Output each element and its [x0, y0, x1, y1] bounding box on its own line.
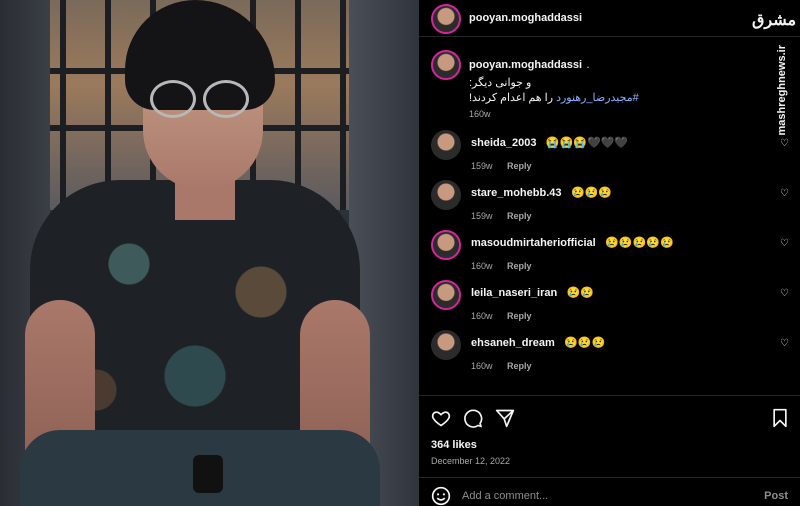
comment-text: 😢😢 [566, 287, 595, 299]
caption-avatar[interactable] [431, 50, 461, 80]
action-bar [419, 395, 800, 435]
comment-time: 159w [471, 161, 493, 171]
comment-time: 160w [471, 361, 493, 371]
emoji-icon[interactable] [431, 486, 451, 506]
glasses [150, 80, 196, 118]
reply-button[interactable]: Reply [507, 261, 532, 271]
window-bar [295, 0, 301, 210]
comment-input[interactable]: Add a comment... [462, 490, 548, 502]
comment-item: ehsaneh_dream 😢😢😢 160w Reply ♡ [429, 330, 794, 380]
post-button[interactable]: Post [764, 490, 788, 502]
window-bar [60, 0, 66, 210]
commenter-avatar[interactable] [431, 330, 461, 360]
comment-text: 😢😢😢 [564, 337, 606, 349]
reply-button[interactable]: Reply [507, 161, 532, 171]
comment-username[interactable]: leila_naseri_iran [471, 287, 557, 299]
comment-icon[interactable] [463, 408, 483, 428]
comments-panel: pooyan.moghaddassi مشرق mashreghnews.ir … [419, 0, 800, 506]
comment-time: 159w [471, 211, 493, 221]
comment-text: 😭😭😭🖤🖤🖤 [545, 137, 629, 149]
reply-button[interactable]: Reply [507, 211, 532, 221]
window-bar [340, 0, 346, 210]
comment-username[interactable]: ehsaneh_dream [471, 337, 555, 349]
comment-text: 😢😢😢 [570, 187, 613, 199]
reply-button[interactable]: Reply [507, 361, 532, 371]
caption-hashtag[interactable]: #مجیدرضا_رهنورد [556, 92, 639, 104]
heart-icon[interactable]: ♡ [780, 188, 789, 199]
caption-time: 160w [469, 109, 491, 119]
watermark: مشرق mashreghnews.ir [752, 10, 797, 135]
comment-username[interactable]: stare_mohebb.43 [471, 187, 561, 199]
comment-item: leila_naseri_iran 😢😢 160w Reply ♡ [429, 280, 794, 330]
commenter-avatar[interactable] [431, 280, 461, 310]
post-image[interactable] [0, 0, 419, 506]
comment-meta: 160w Reply [471, 261, 674, 271]
post-header: pooyan.moghaddassi [419, 0, 800, 37]
likes-count[interactable]: 364 likes [431, 439, 477, 451]
caption: pooyan.moghaddassi . و جوانی دیگر: #مجید… [431, 50, 731, 120]
commenter-avatar[interactable] [431, 230, 461, 260]
commenter-avatar[interactable] [431, 130, 461, 160]
bookmark-icon[interactable] [770, 408, 790, 428]
window-bar [105, 0, 111, 210]
add-comment-bar: Add a comment... Post [419, 477, 800, 506]
glasses [203, 80, 249, 118]
comment-item: stare_mohebb.43 😢😢😢 159w Reply ♡ [429, 180, 794, 230]
caption-dot: . [586, 59, 590, 71]
author-avatar[interactable] [431, 4, 461, 34]
comment-meta: 159w Reply [471, 211, 612, 221]
heart-icon[interactable]: ♡ [780, 238, 789, 249]
caption-username[interactable]: pooyan.moghaddassi [469, 59, 582, 71]
watermark-brand: مشرق [752, 12, 797, 29]
heart-icon[interactable] [431, 408, 451, 428]
caption-line2: #مجیدرضا_رهنورد را هم اعدام کردند! [469, 91, 639, 104]
comment-meta: 160w Reply [471, 311, 594, 321]
reply-button[interactable]: Reply [507, 311, 532, 321]
comment-text: 😢😢😢😢😢 [605, 237, 674, 249]
heart-icon[interactable]: ♡ [780, 138, 789, 149]
comment-username[interactable]: sheida_2003 [471, 137, 536, 149]
comment-meta: 159w Reply [471, 161, 628, 171]
comment-time: 160w [471, 311, 493, 321]
author-username[interactable]: pooyan.moghaddassi [469, 12, 582, 24]
caption-line2-text: را هم اعدام کردند! [469, 92, 554, 104]
comment-item: masoudmirtaheriofficial 😢😢😢😢😢 160w Reply… [429, 230, 794, 280]
comment-meta: 160w Reply [471, 361, 605, 371]
watermark-url: mashreghnews.ir [776, 45, 788, 136]
heart-icon[interactable]: ♡ [780, 338, 789, 349]
post-date: December 12, 2022 [431, 456, 511, 466]
send-icon[interactable] [495, 408, 515, 428]
commenter-avatar[interactable] [431, 180, 461, 210]
heart-icon[interactable]: ♡ [780, 288, 789, 299]
watch [193, 455, 223, 493]
caption-line1: و جوانی دیگر: [469, 77, 532, 89]
comment-time: 160w [471, 261, 493, 271]
comment-username[interactable]: masoudmirtaheriofficial [471, 237, 596, 249]
comment-item: sheida_2003 😭😭😭🖤🖤🖤 159w Reply ♡ [429, 130, 794, 180]
